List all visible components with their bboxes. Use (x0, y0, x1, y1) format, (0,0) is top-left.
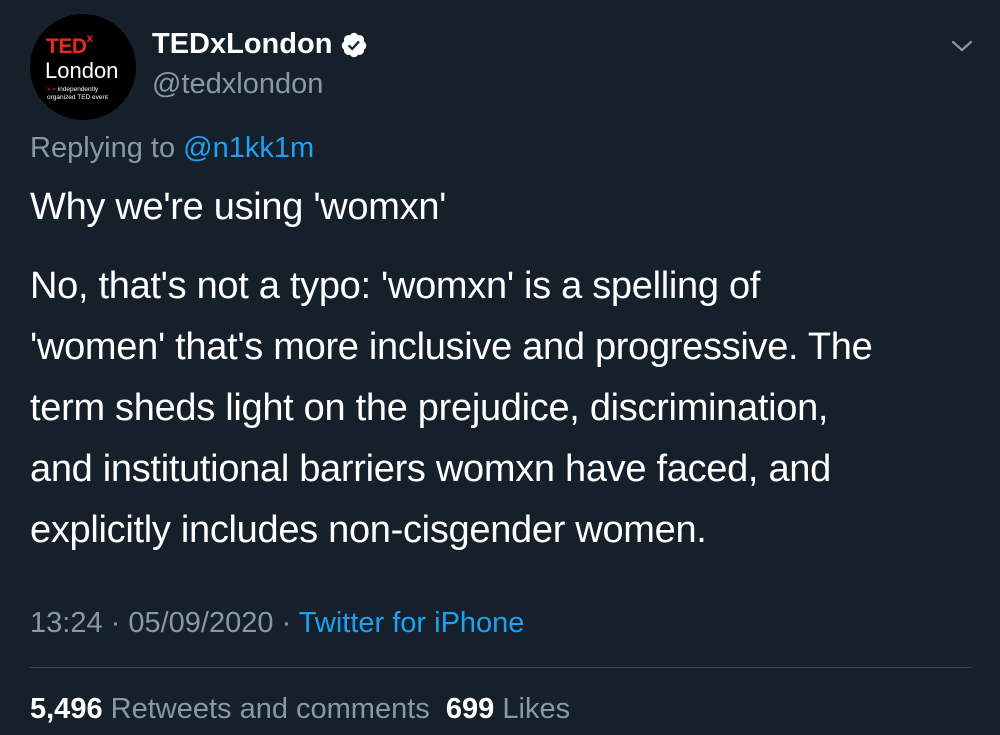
retweets-label: Retweets and comments (110, 693, 430, 725)
meta-separator: · (102, 607, 129, 639)
tweet-body-line: term sheds light on the prejudice, discr… (30, 387, 829, 429)
avatar-city: London (45, 58, 119, 83)
retweets-stat[interactable]: 5,496 Retweets and comments (30, 693, 430, 725)
tweet-detail: TEDx London x = independently organized … (0, 0, 1000, 735)
tweet-source-link[interactable]: Twitter for iPhone (299, 607, 525, 639)
meta-separator: · (273, 607, 299, 639)
avatar[interactable]: TEDx London x = independently organized … (30, 14, 136, 120)
tweet-body-line: No, that's not a typo: 'womxn' is a spel… (30, 265, 761, 307)
display-name-text: TEDxLondon (152, 28, 333, 60)
avatar-tagline-1: x = independently (47, 86, 99, 93)
avatar-tagline-2: organized TED event (47, 94, 108, 101)
divider (30, 667, 972, 668)
likes-count: 699 (445, 693, 495, 725)
display-name[interactable]: TEDxLondon (152, 28, 368, 61)
tweet-time[interactable]: 13:24 (30, 607, 103, 639)
tweet-meta: 13:24 · 05/09/2020 · Twitter for iPhone (30, 607, 524, 640)
verified-badge-icon (342, 32, 367, 57)
replying-to: Replying to @n1kk1m (30, 132, 314, 165)
avatar-brand: TEDx (46, 31, 93, 58)
chevron-down-icon[interactable] (948, 36, 976, 56)
likes-stat[interactable]: 699 Likes (446, 693, 570, 725)
tweet-body-line: and institutional barriers womxn have fa… (30, 448, 831, 490)
tweet-body: No, that's not a typo: 'womxn' is a spel… (30, 256, 980, 561)
tweet-body-line: explicitly includes non-cisgender women. (30, 509, 707, 551)
tweet-body-line: 'women' that's more inclusive and progre… (30, 326, 873, 368)
likes-label: Likes (502, 693, 571, 725)
retweets-count: 5,496 (30, 693, 103, 725)
replying-to-label: Replying to (30, 132, 176, 164)
tweet-date[interactable]: 05/09/2020 (128, 607, 273, 639)
reply-mention-link[interactable]: @n1kk1m (183, 132, 314, 164)
tweet-stats: 5,496 Retweets and comments 699 Likes (30, 693, 570, 726)
user-handle[interactable]: @tedxlondon (152, 68, 323, 101)
tweet-title: Why we're using 'womxn' (30, 186, 447, 228)
